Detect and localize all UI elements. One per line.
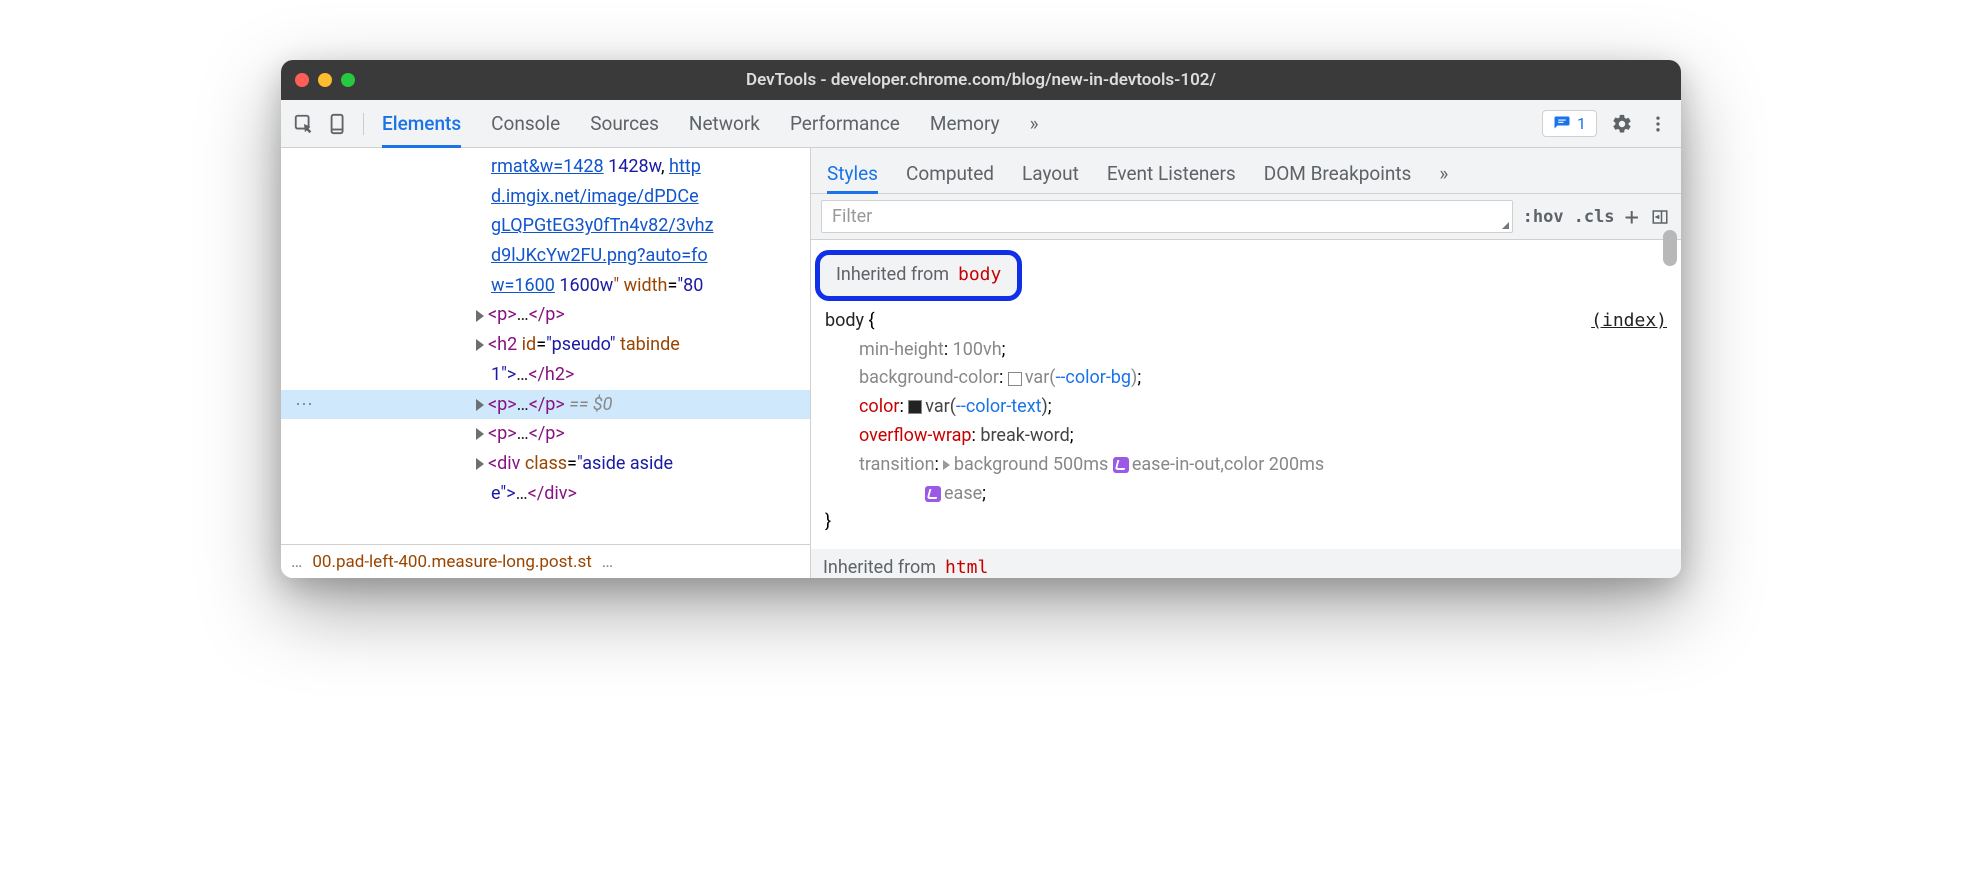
attr-link[interactable]: gLQPGtEG3y0fTn4v82/3vhz xyxy=(491,215,714,236)
crumb-ellipsis[interactable]: … xyxy=(602,552,613,572)
subtab-computed[interactable]: Computed xyxy=(906,156,994,193)
more-icon[interactable] xyxy=(1647,113,1669,135)
attr-link[interactable]: w=1600 xyxy=(491,275,555,296)
bezier-icon[interactable] xyxy=(1113,457,1129,473)
tab-sources[interactable]: Sources xyxy=(590,102,659,146)
close-icon[interactable] xyxy=(295,73,309,87)
window-title: DevTools - developer.chrome.com/blog/new… xyxy=(746,70,1216,90)
css-prop[interactable]: background-color xyxy=(859,367,999,388)
subtab-layout[interactable]: Layout xyxy=(1022,156,1079,193)
computed-sidebar-icon[interactable] xyxy=(1649,206,1671,228)
attr-link[interactable]: d9lJKcYw2FU.png?auto=fo xyxy=(491,245,708,266)
css-prop[interactable]: overflow-wrap xyxy=(859,425,972,446)
expand-icon[interactable] xyxy=(476,310,484,322)
subtab-event-listeners[interactable]: Event Listeners xyxy=(1107,156,1236,193)
inherited-from-highlight: Inherited from body xyxy=(815,250,1022,301)
color-swatch-icon[interactable] xyxy=(1008,372,1022,386)
cls-toggle[interactable]: .cls xyxy=(1574,207,1615,227)
device-toggle-icon[interactable] xyxy=(327,113,349,135)
css-prop[interactable]: color xyxy=(859,396,899,417)
attr-link[interactable]: rmat&w=1428 xyxy=(491,156,604,177)
panel-tabs: Elements Console Sources Network Perform… xyxy=(382,102,1039,146)
dollar-zero: == $0 xyxy=(565,394,613,415)
dom-node-div[interactable]: <div class="aside aside xyxy=(281,449,810,479)
bezier-icon[interactable] xyxy=(925,486,941,502)
css-rule[interactable]: (index) body { min-height: 100vh; backgr… xyxy=(811,305,1681,539)
subtab-styles[interactable]: Styles xyxy=(827,156,878,194)
tab-network[interactable]: Network xyxy=(689,102,760,146)
expand-icon[interactable] xyxy=(476,399,484,411)
expand-icon[interactable] xyxy=(476,458,484,470)
zoom-icon[interactable] xyxy=(341,73,355,87)
breadcrumb[interactable]: … 00.pad-left-400.measure-long.post.st … xyxy=(281,544,810,578)
tabs-overflow-icon[interactable]: » xyxy=(1030,102,1039,146)
expand-icon[interactable] xyxy=(476,339,484,351)
devtools-window: DevTools - developer.chrome.com/blog/new… xyxy=(281,60,1681,578)
inherited-from-bar: Inherited from html xyxy=(811,549,1681,578)
tab-console[interactable]: Console xyxy=(491,102,560,146)
crumb-path[interactable]: 00.pad-left-400.measure-long.post.st xyxy=(312,552,591,572)
traffic-lights xyxy=(295,73,355,87)
source-link[interactable]: (index) xyxy=(1591,307,1667,336)
expand-icon[interactable] xyxy=(943,460,950,470)
attr-link[interactable]: d.imgix.net/image/dPDCe xyxy=(491,186,699,207)
dom-node-h2[interactable]: <h2 id="pseudo" tabinde xyxy=(281,330,810,360)
color-swatch-icon[interactable] xyxy=(908,400,922,414)
styles-subtabs: Styles Computed Layout Event Listeners D… xyxy=(811,148,1681,194)
inherited-from-element[interactable]: html xyxy=(945,557,988,578)
dom-panel: rmat&w=1428 1428w, http d.imgix.net/imag… xyxy=(281,148,811,578)
dom-node-p[interactable]: <p>…</p> xyxy=(281,300,810,330)
tab-elements[interactable]: Elements xyxy=(382,102,461,148)
tab-memory[interactable]: Memory xyxy=(930,102,1000,146)
hov-toggle[interactable]: :hov xyxy=(1523,207,1564,227)
css-var[interactable]: --color-text xyxy=(956,396,1042,417)
titlebar: DevTools - developer.chrome.com/blog/new… xyxy=(281,60,1681,100)
filter-input[interactable]: Filter xyxy=(821,200,1513,233)
content: rmat&w=1428 1428w, http d.imgix.net/imag… xyxy=(281,148,1681,578)
issues-count: 1 xyxy=(1577,114,1586,133)
minimize-icon[interactable] xyxy=(318,73,332,87)
subtabs-overflow-icon[interactable]: » xyxy=(1439,156,1448,193)
tab-performance[interactable]: Performance xyxy=(790,102,900,146)
new-style-rule-icon[interactable]: + xyxy=(1625,203,1639,231)
dom-node-p[interactable]: <p>…</p> xyxy=(281,419,810,449)
subtab-dom-breakpoints[interactable]: DOM Breakpoints xyxy=(1264,156,1412,193)
issues-button[interactable]: 1 xyxy=(1542,110,1597,137)
attr-link[interactable]: http xyxy=(669,156,701,177)
expand-icon[interactable] xyxy=(476,428,484,440)
main-toolbar: Elements Console Sources Network Perform… xyxy=(281,100,1681,148)
styles-rules[interactable]: Inherited from body (index) body { min-h… xyxy=(811,240,1681,578)
css-prop[interactable]: transition xyxy=(859,454,935,475)
styles-panel: Styles Computed Layout Event Listeners D… xyxy=(811,148,1681,578)
css-prop[interactable]: min-height xyxy=(859,339,944,360)
filter-bar: Filter :hov .cls + xyxy=(811,194,1681,240)
inherited-from-element[interactable]: body xyxy=(958,264,1001,285)
inspect-icon[interactable] xyxy=(293,113,315,135)
css-var[interactable]: --color-bg xyxy=(1055,367,1131,388)
dom-node-selected[interactable]: <p>…</p> == $0 xyxy=(281,390,810,420)
settings-icon[interactable] xyxy=(1611,113,1633,135)
css-selector[interactable]: body xyxy=(825,310,864,331)
scrollbar-thumb[interactable] xyxy=(1663,230,1677,266)
crumb-ellipsis[interactable]: … xyxy=(291,552,302,572)
dom-tree[interactable]: rmat&w=1428 1428w, http d.imgix.net/imag… xyxy=(281,148,810,544)
